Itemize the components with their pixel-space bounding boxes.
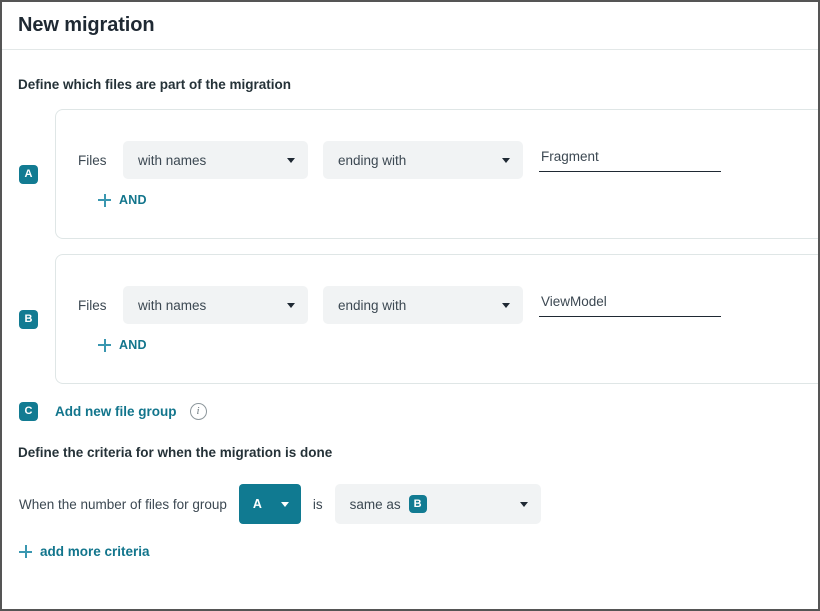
- criteria-comparison-select[interactable]: same as B: [334, 484, 541, 524]
- chevron-down-icon: [502, 303, 510, 308]
- add-and-condition-button[interactable]: AND: [78, 193, 178, 207]
- files-label: Files: [78, 297, 107, 313]
- attribute-select[interactable]: with names: [123, 141, 308, 179]
- add-file-group-row[interactable]: C Add new file group i: [2, 399, 818, 423]
- app-window: New migration Define which files are par…: [0, 0, 820, 611]
- plus-icon: [98, 193, 111, 207]
- file-group-badge: B: [19, 309, 38, 329]
- operator-select-value: ending with: [338, 152, 407, 168]
- attribute-select-value: with names: [138, 152, 207, 168]
- file-groups-list: A Files with names ending with Fragment …: [2, 109, 818, 384]
- add-and-condition-button[interactable]: AND: [78, 338, 178, 352]
- chevron-down-icon: [280, 502, 289, 507]
- operator-select[interactable]: ending with: [323, 141, 523, 179]
- criteria-comparison-badge: B: [408, 495, 427, 513]
- add-more-criteria-label: add more criteria: [40, 544, 150, 559]
- operator-select[interactable]: ending with: [323, 286, 523, 324]
- add-and-condition-label: AND: [119, 193, 147, 207]
- chevron-down-icon: [502, 158, 510, 163]
- files-section-heading: Define which files are part of the migra…: [18, 77, 292, 92]
- plus-icon: [98, 338, 111, 352]
- pattern-input[interactable]: [539, 148, 721, 172]
- file-group-condition-row: Files with names ending with: [78, 286, 818, 324]
- chevron-down-icon: [287, 303, 295, 308]
- add-more-criteria-button[interactable]: add more criteria: [2, 544, 179, 559]
- file-group-condition-row: Files with names ending with: [78, 141, 818, 179]
- info-icon[interactable]: i: [189, 402, 207, 420]
- file-group-card: Files with names ending with AND: [55, 109, 818, 239]
- page-title: New migration: [18, 14, 155, 36]
- add-and-condition-label: AND: [119, 338, 147, 352]
- chevron-down-icon: [519, 502, 528, 507]
- criteria-group-select[interactable]: A: [238, 484, 301, 524]
- criteria-middle-text: is: [312, 496, 323, 512]
- file-group-badge-container: A: [2, 164, 55, 184]
- file-group-card: Files with names ending with AND: [55, 254, 818, 384]
- criteria-row: When the number of files for group A is …: [2, 484, 818, 524]
- add-file-group-badge: C: [19, 401, 38, 421]
- pattern-input[interactable]: [539, 293, 721, 317]
- criteria-group-select-value: A: [252, 497, 262, 511]
- criteria-comparison-value: same as: [349, 496, 401, 512]
- file-group-badge: A: [19, 164, 38, 184]
- add-file-group-label[interactable]: Add new file group: [55, 404, 177, 419]
- criteria-section-heading: Define the criteria for when the migrati…: [18, 445, 333, 460]
- chevron-down-icon: [287, 158, 295, 163]
- criteria-prefix-text: When the number of files for group: [19, 496, 227, 512]
- attribute-select[interactable]: with names: [123, 286, 308, 324]
- operator-select-value: ending with: [338, 297, 407, 313]
- file-group-row: B Files with names ending with ViewModel…: [2, 254, 818, 384]
- attribute-select-value: with names: [138, 297, 207, 313]
- file-group-badge-container: B: [2, 309, 55, 329]
- files-label: Files: [78, 152, 107, 168]
- file-group-row: A Files with names ending with Fragment …: [2, 109, 818, 239]
- window-content: New migration Define which files are par…: [2, 2, 818, 609]
- plus-icon: [19, 545, 32, 558]
- page-header: New migration: [2, 2, 818, 50]
